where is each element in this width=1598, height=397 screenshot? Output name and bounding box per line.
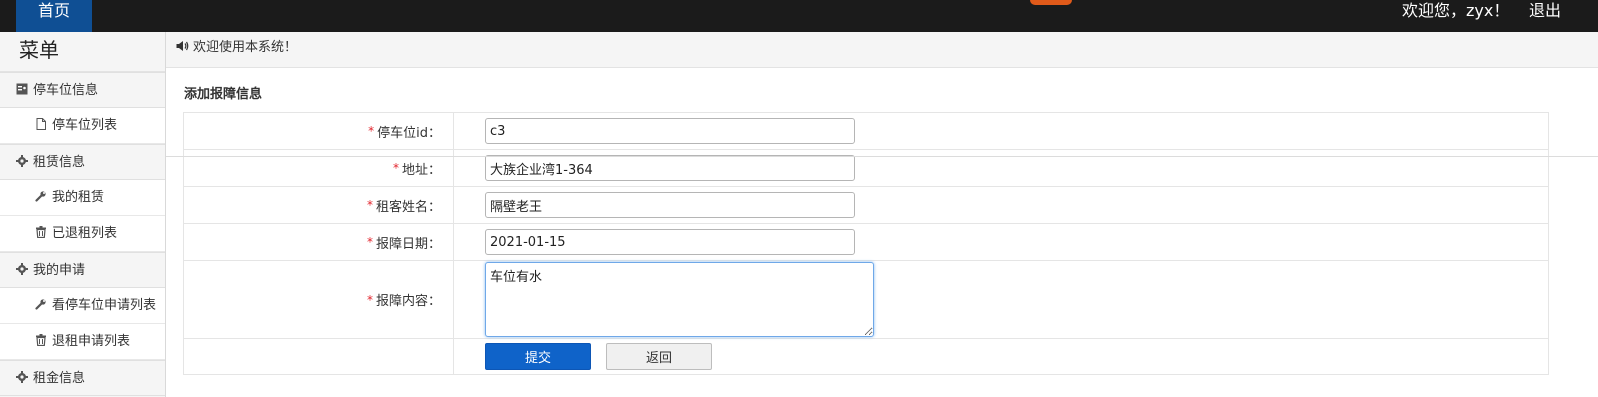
tenant-name-label: 租客姓名： xyxy=(375,199,441,215)
sidebar-item-my-rental[interactable]: 我的租赁 xyxy=(0,180,165,216)
gear-icon xyxy=(16,155,28,167)
form-row-actions: 提交 返回 xyxy=(183,339,1549,375)
parking-id-input[interactable] xyxy=(485,118,855,144)
report-content-textarea[interactable]: 车位有水 xyxy=(485,262,874,337)
sidebar-group-label: 停车位信息 xyxy=(33,83,99,98)
main-content: 欢迎使用本系统！ 添加报障信息 *停车位id： *地址： *租客姓名： *报障日… xyxy=(166,32,1598,397)
sidebar-group-label: 租赁信息 xyxy=(33,155,86,170)
top-navbar: 首页 欢迎您，zyx！ 退出 xyxy=(0,0,1598,32)
sidebar-item-parking-application-list[interactable]: 看停车位申请列表 xyxy=(0,288,165,324)
form-title: 添加报障信息 xyxy=(184,87,263,102)
address-input[interactable] xyxy=(485,155,855,181)
sidebar-item-label: 停车位列表 xyxy=(52,118,118,133)
address-label: 地址： xyxy=(401,162,441,178)
tenant-name-input[interactable] xyxy=(485,192,855,218)
sidebar-group-rent-info[interactable]: 租金信息 xyxy=(0,360,165,396)
required-mark: * xyxy=(366,292,373,307)
wrench-icon xyxy=(35,298,47,310)
sidebar-item-label: 看停车位申请列表 xyxy=(52,298,157,313)
file-icon xyxy=(35,118,47,130)
gear-icon xyxy=(16,263,28,275)
sidebar-group-rental-info[interactable]: 租赁信息 xyxy=(0,144,165,180)
sidebar-menu: 菜单 停车位信息 停车位列表 租赁信息 我的租赁 已退租列表 我的申请 看停车位… xyxy=(0,32,166,397)
sidebar-item-returned-list[interactable]: 已退租列表 xyxy=(0,216,165,252)
required-mark: * xyxy=(366,235,373,249)
sidebar-group-label: 租金信息 xyxy=(33,371,86,386)
gear-icon xyxy=(16,371,28,383)
speaker-icon xyxy=(176,33,189,51)
sidebar-group-parking-info[interactable]: 停车位信息 xyxy=(0,72,165,108)
wrench-icon xyxy=(35,190,47,202)
form-row-report-content: * 报障内容： 车位有水 xyxy=(183,261,1549,339)
sidebar-item-return-application-list[interactable]: 退租申请列表 xyxy=(0,324,165,360)
form-row-report-date: * 报障日期： xyxy=(183,224,1549,261)
sidebar-item-label: 我的租赁 xyxy=(52,190,105,205)
home-tab[interactable]: 首页 xyxy=(16,0,92,32)
form-row-tenant-name: * 租客姓名： xyxy=(183,187,1549,224)
sidebar-item-label: 退租申请列表 xyxy=(52,334,131,349)
notice-bar: 欢迎使用本系统！ xyxy=(166,32,1598,68)
trash-icon xyxy=(35,226,47,238)
sidebar-item-parking-list[interactable]: 停车位列表 xyxy=(0,108,165,144)
trash-icon xyxy=(35,334,47,346)
required-mark: * xyxy=(392,161,399,175)
submit-button[interactable]: 提交 xyxy=(485,343,591,370)
id-card-icon xyxy=(16,83,28,95)
back-button[interactable]: 返回 xyxy=(606,343,712,370)
logo xyxy=(1030,0,1072,5)
report-content-label: 报障内容： xyxy=(375,294,441,309)
parking-id-label: 停车位id： xyxy=(377,125,441,141)
required-mark: * xyxy=(368,124,375,138)
form-row-parking-id: * 停车位id： xyxy=(183,113,1549,150)
required-mark: * xyxy=(366,198,373,212)
divider xyxy=(166,156,1598,157)
report-date-label: 报障日期： xyxy=(375,236,441,252)
logout-link[interactable]: 退出 xyxy=(1529,0,1561,24)
sidebar-group-my-applications[interactable]: 我的申请 xyxy=(0,252,165,288)
notice-text: 欢迎使用本系统！ xyxy=(193,40,298,55)
sidebar-item-label: 已退租列表 xyxy=(52,226,118,241)
repair-form: *停车位id： *地址： *租客姓名： *报障日期： *报障内容： 车位有水 提… xyxy=(183,112,1549,375)
sidebar-group-label: 我的申请 xyxy=(33,263,86,278)
welcome-text: 欢迎您，zyx！ xyxy=(1402,1,1510,20)
report-date-input[interactable] xyxy=(485,229,855,255)
menu-title: 菜单 xyxy=(0,32,165,72)
